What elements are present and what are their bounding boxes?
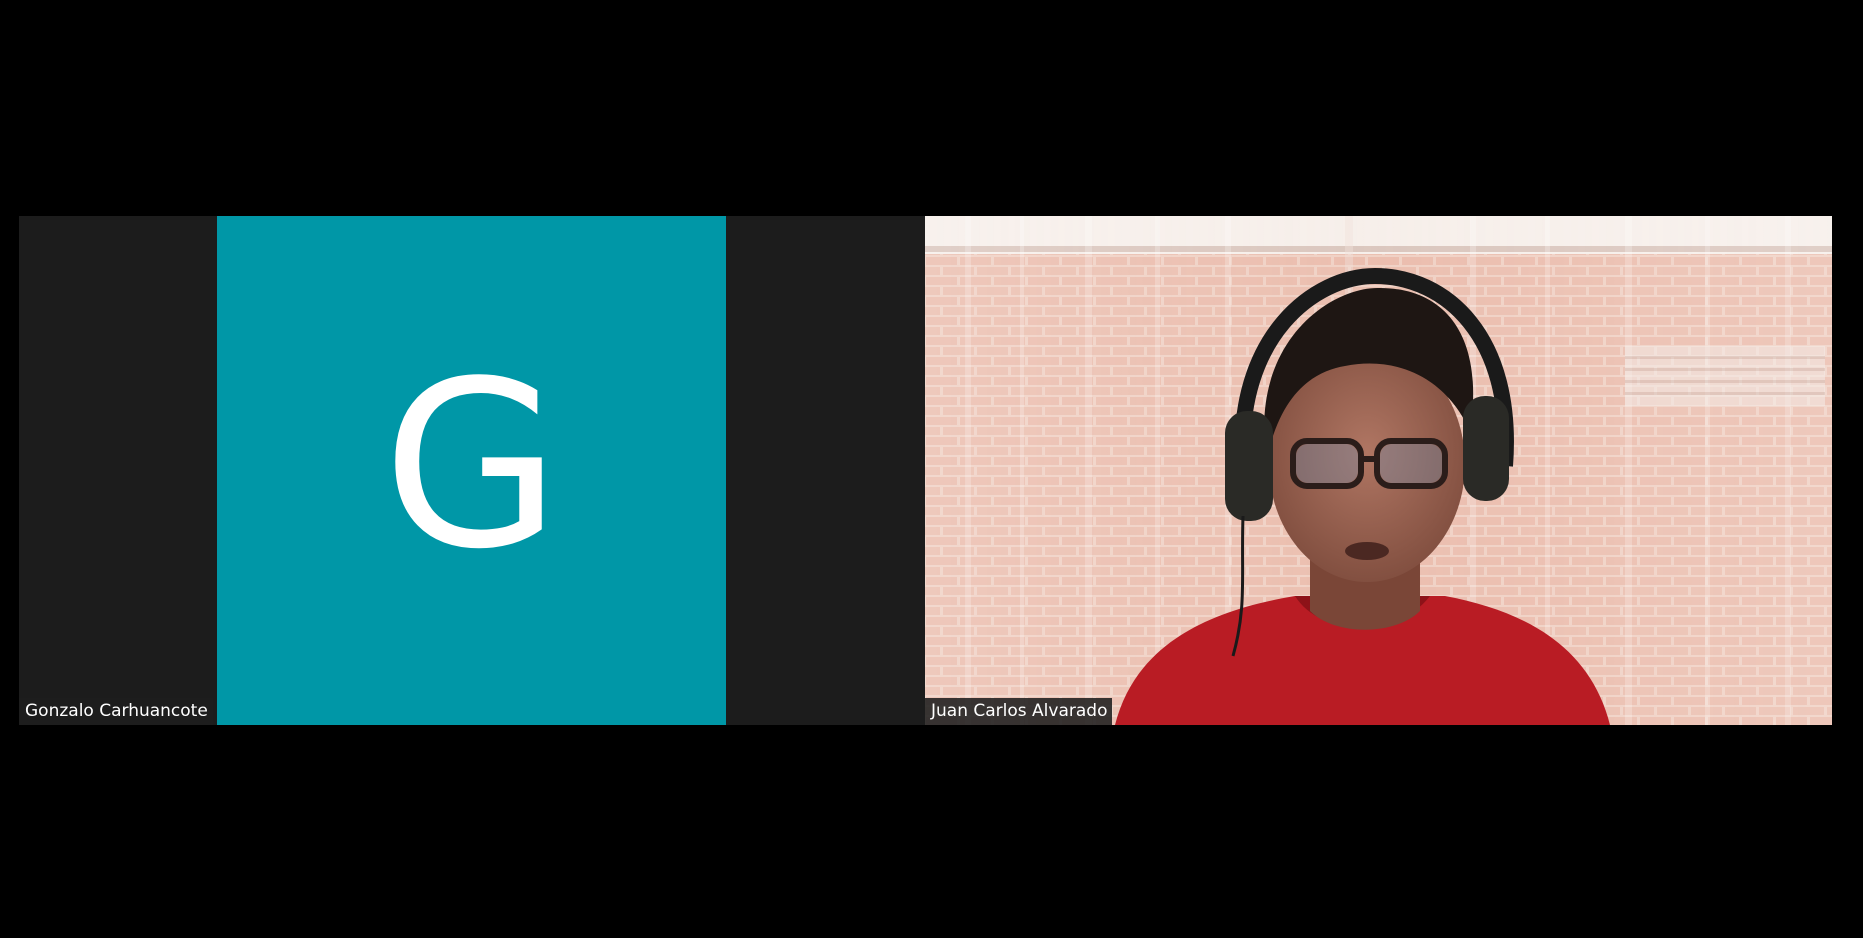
participant-name-label: Gonzalo Carhuancote <box>19 698 213 725</box>
participant-tile-juan-carlos[interactable]: Juan Carlos Alvarado <box>925 216 1832 725</box>
participant-tile-gonzalo[interactable]: G Gonzalo Carhuancote <box>19 216 925 725</box>
avatar-initial: G <box>382 332 561 600</box>
gallery-view: G Gonzalo Carhuancote Juan Carlos Alvara… <box>0 0 1863 938</box>
participant-name-label: Juan Carlos Alvarado <box>925 698 1113 725</box>
participant-video-feed <box>925 216 1832 725</box>
avatar: G <box>217 216 726 725</box>
